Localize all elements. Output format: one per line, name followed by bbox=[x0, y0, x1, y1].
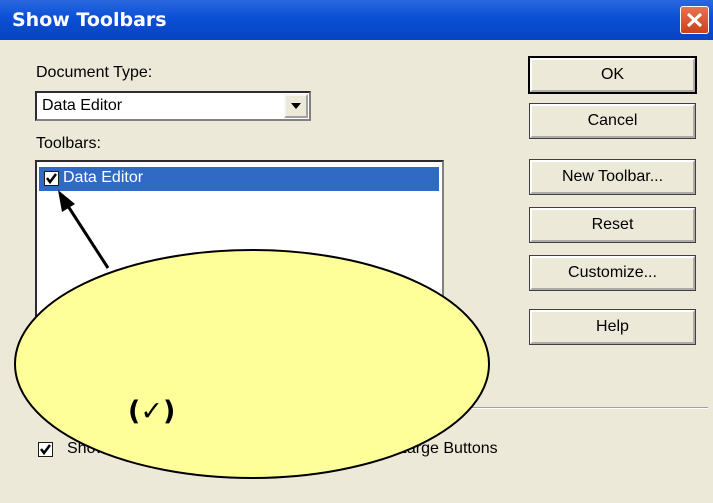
dialog-title: Show Toolbars bbox=[12, 9, 167, 31]
callout-text: (✓) bbox=[128, 396, 176, 427]
large-buttons-checkbox[interactable] bbox=[38, 442, 53, 457]
show-option-label: Show bbox=[67, 440, 108, 457]
checkmark-icon bbox=[40, 444, 51, 456]
document-type-label: Document Type: bbox=[36, 64, 153, 81]
ok-button[interactable]: OK bbox=[528, 56, 697, 94]
dropdown-button[interactable] bbox=[284, 94, 308, 118]
chevron-down-icon bbox=[291, 103, 301, 109]
new-toolbar-button[interactable]: New Toolbar... bbox=[529, 159, 696, 195]
close-icon bbox=[686, 12, 703, 28]
toolbars-list[interactable]: Data Editor bbox=[35, 160, 444, 405]
list-item[interactable]: Data Editor bbox=[39, 167, 439, 191]
close-button[interactable] bbox=[680, 6, 709, 34]
customize-button[interactable]: Customize... bbox=[529, 255, 696, 291]
checkmark-icon bbox=[46, 173, 57, 185]
help-button[interactable]: Help bbox=[529, 309, 696, 345]
toolbars-label: Toolbars: bbox=[36, 135, 101, 152]
show-toolbars-dialog: Show Toolbars Document Type: Data Editor… bbox=[0, 0, 713, 503]
toolbar-checkbox[interactable] bbox=[44, 171, 59, 186]
toolbar-item-label: Data Editor bbox=[63, 169, 144, 186]
document-type-select[interactable]: Data Editor bbox=[35, 91, 311, 121]
document-type-value: Data Editor bbox=[42, 97, 123, 114]
title-bar[interactable]: Show Toolbars bbox=[0, 0, 713, 40]
reset-button[interactable]: Reset bbox=[529, 207, 696, 243]
cancel-button[interactable]: Cancel bbox=[529, 103, 696, 139]
large-buttons-label: Large Buttons bbox=[398, 440, 498, 457]
